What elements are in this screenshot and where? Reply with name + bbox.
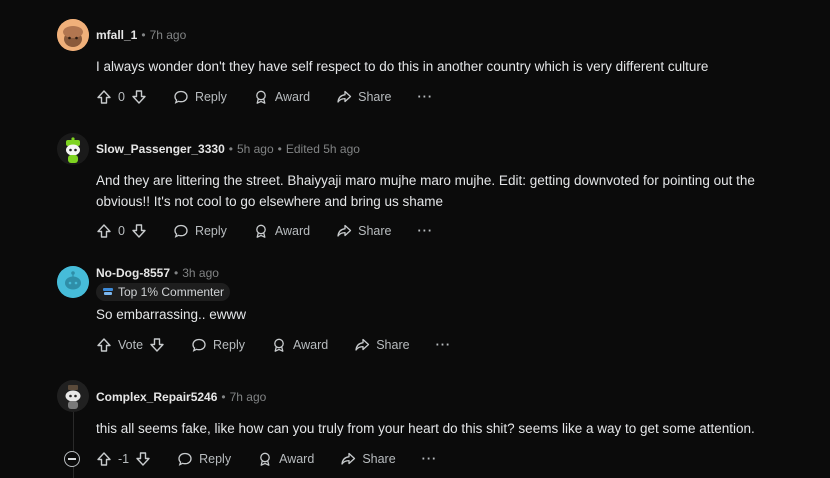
share-button[interactable]: Share xyxy=(336,89,392,105)
share-icon xyxy=(337,224,352,237)
award-button[interactable]: Award xyxy=(257,451,314,467)
comment-actions: Vote Reply Award Share ··· xyxy=(96,335,451,355)
comment-actions: 0 Reply Award Share ··· xyxy=(96,87,433,107)
downvote-icon[interactable] xyxy=(135,451,151,467)
reply-label: Reply xyxy=(194,224,227,238)
reply-label: Reply xyxy=(194,90,227,104)
commenter-badge: Top 1% Commenter xyxy=(96,283,231,301)
upvote-icon[interactable] xyxy=(96,451,112,467)
downvote-icon[interactable] xyxy=(149,337,165,353)
user-avatar-icon xyxy=(57,380,89,412)
user-avatar-icon xyxy=(57,133,89,165)
reply-icon xyxy=(178,452,192,466)
comment-meta: Slow_Passenger_3330 • 5h ago • Edited 5h ago xyxy=(96,142,360,156)
more-options-button[interactable]: ··· xyxy=(436,338,452,352)
share-label: Share xyxy=(376,338,410,352)
comment-meta: Complex_Repair5246 • 7h ago xyxy=(96,390,267,404)
avatar[interactable] xyxy=(57,19,89,51)
username-link[interactable]: mfall_1 xyxy=(96,28,137,42)
comment-meta: No-Dog-8557 • 3h ago xyxy=(96,266,219,280)
reply-button[interactable]: Reply xyxy=(177,451,231,467)
upvote-icon[interactable] xyxy=(96,223,112,239)
more-options-button[interactable]: ··· xyxy=(418,90,434,104)
badge-label: Top 1% Commenter xyxy=(118,285,225,299)
vote-count: 0 xyxy=(118,224,125,238)
share-icon xyxy=(337,90,352,103)
username-link[interactable]: Slow_Passenger_3330 xyxy=(96,142,225,156)
award-icon xyxy=(256,90,266,104)
award-button[interactable]: Award xyxy=(271,337,328,353)
timestamp[interactable]: 3h ago xyxy=(182,266,219,280)
top-commenter-icon xyxy=(103,288,113,295)
vote-controls: 0 xyxy=(96,89,147,105)
comment-text: I always wonder don't they have self res… xyxy=(96,59,709,74)
collapse-thread-button[interactable] xyxy=(64,451,80,467)
reply-button[interactable]: Reply xyxy=(173,223,227,239)
award-label: Award xyxy=(279,452,315,466)
user-avatar-icon xyxy=(57,266,89,298)
share-icon xyxy=(341,452,356,465)
award-label: Award xyxy=(293,338,329,352)
share-label: Share xyxy=(358,90,392,104)
share-label: Share xyxy=(362,452,396,466)
comment-text: So embarrassing.. ewww xyxy=(96,307,247,322)
upvote-icon[interactable] xyxy=(96,89,112,105)
timestamp[interactable]: 5h ago xyxy=(237,142,274,156)
award-icon xyxy=(274,338,284,352)
share-icon xyxy=(355,338,370,351)
share-button[interactable]: Share xyxy=(354,337,410,353)
reply-button[interactable]: Reply xyxy=(173,89,227,105)
more-options-button[interactable]: ··· xyxy=(422,452,438,466)
edited-label: Edited 5h ago xyxy=(285,142,360,156)
upvote-icon[interactable] xyxy=(96,337,112,353)
award-label: Award xyxy=(274,224,311,238)
share-button[interactable]: Share xyxy=(336,223,392,239)
vote-count: 0 xyxy=(118,90,125,104)
reply-icon xyxy=(192,338,206,352)
award-icon xyxy=(260,452,270,466)
reply-button[interactable]: Reply xyxy=(191,337,245,353)
award-button[interactable]: Award xyxy=(253,223,310,239)
reply-label: Reply xyxy=(213,338,245,352)
vote-controls: 0 xyxy=(96,223,147,239)
comment-actions: -1 Reply Award Share ··· xyxy=(96,449,437,469)
comment-meta: mfall_1 • 7h ago xyxy=(96,28,187,42)
vote-controls: Vote xyxy=(96,337,165,353)
avatar[interactable] xyxy=(57,380,89,412)
user-avatar-icon xyxy=(57,19,89,51)
award-icon xyxy=(256,224,266,238)
share-label: Share xyxy=(358,224,392,238)
downvote-icon[interactable] xyxy=(131,223,147,239)
username-link[interactable]: Complex_Repair5246 xyxy=(96,390,217,404)
vote-count: -1 xyxy=(118,452,130,466)
downvote-icon[interactable] xyxy=(131,89,147,105)
avatar[interactable] xyxy=(57,133,89,165)
award-label: Award xyxy=(274,90,311,104)
username-link[interactable]: No-Dog-8557 xyxy=(96,266,170,280)
vote-controls: -1 xyxy=(96,451,151,467)
comment-text: this all seems fake, like how can you tr… xyxy=(96,421,755,436)
comment-actions: 0 Reply Award Share ··· xyxy=(96,221,433,241)
timestamp[interactable]: 7h ago xyxy=(150,28,187,42)
more-options-button[interactable]: ··· xyxy=(418,224,434,238)
avatar[interactable] xyxy=(57,266,89,298)
award-button[interactable]: Award xyxy=(253,89,310,105)
share-button[interactable]: Share xyxy=(340,451,396,467)
reply-icon xyxy=(174,224,188,238)
reply-icon xyxy=(174,90,188,104)
comment-text: And they are littering the street. Bhaiy… xyxy=(96,173,755,209)
reply-label: Reply xyxy=(199,452,232,466)
timestamp[interactable]: 7h ago xyxy=(230,390,267,404)
thread-line xyxy=(73,412,74,478)
vote-label: Vote xyxy=(118,338,144,352)
